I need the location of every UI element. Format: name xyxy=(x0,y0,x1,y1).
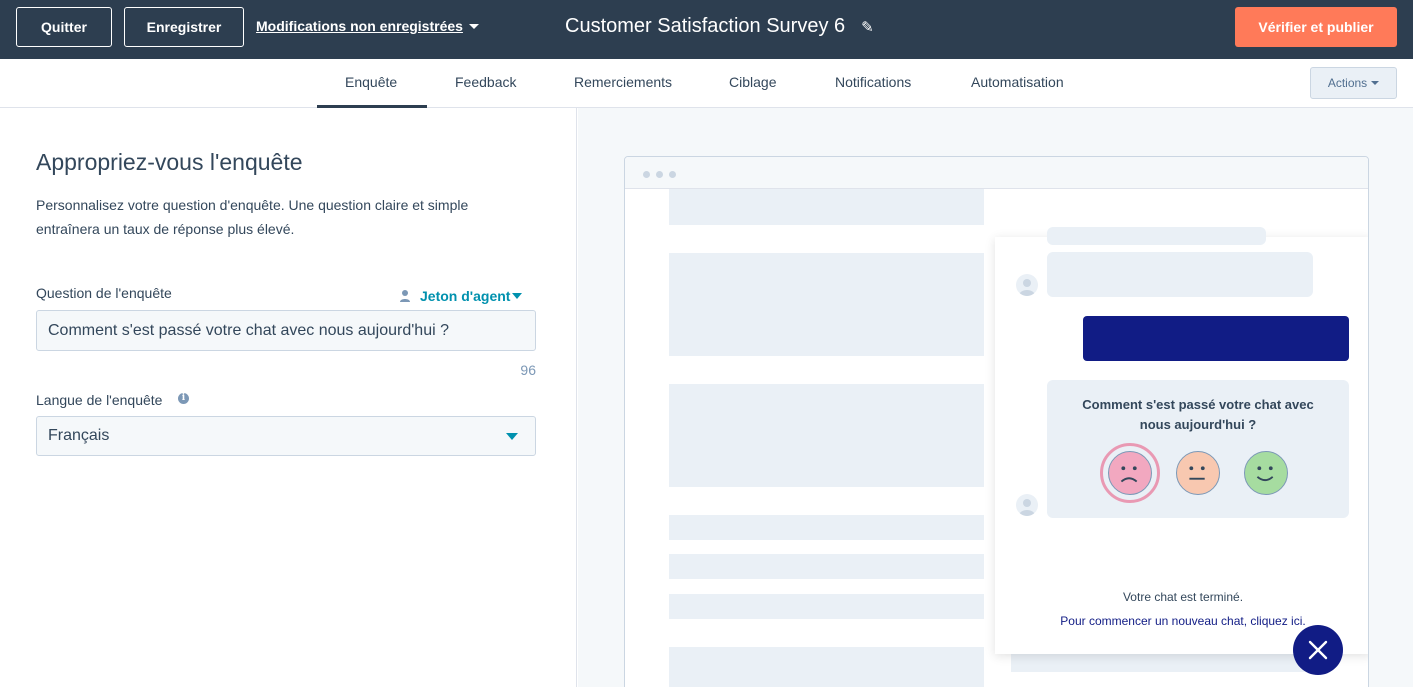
browser-toolbar xyxy=(625,157,1368,189)
tab-notifications[interactable]: Notifications xyxy=(835,74,911,90)
preview-panel: Comment s'est passé votre chat avec nous… xyxy=(578,108,1413,687)
sad-face-icon[interactable] xyxy=(1108,451,1152,495)
language-select[interactable]: Français xyxy=(36,416,536,456)
happy-face-icon[interactable] xyxy=(1244,451,1288,495)
chat-ended-text: Votre chat est terminé. xyxy=(1122,590,1244,604)
save-button[interactable]: Enregistrer xyxy=(124,7,244,47)
window-dot xyxy=(656,171,663,178)
placeholder-block xyxy=(669,647,984,687)
language-value: Français xyxy=(48,427,110,444)
chat-widget: Comment s'est passé votre chat avec nous… xyxy=(995,227,1368,654)
window-dot xyxy=(669,171,676,178)
close-icon xyxy=(1308,640,1328,660)
quit-button[interactable]: Quitter xyxy=(16,7,112,47)
language-label: Langue de l'enquête xyxy=(36,392,163,408)
editor-description: Personnalisez votre question d'enquête. … xyxy=(36,197,469,237)
chevron-down-icon xyxy=(506,433,518,440)
editor-panel: Appropriez-vous l'enquête Personnalisez … xyxy=(0,108,577,687)
pencil-icon[interactable]: ✎ xyxy=(861,18,874,36)
info-icon[interactable]: i xyxy=(178,393,189,404)
agent-token-label: Jeton d'agent xyxy=(420,288,511,304)
tab-thank-you[interactable]: Remerciements xyxy=(574,74,672,90)
chevron-down-icon xyxy=(512,293,523,299)
avatar-icon xyxy=(1016,274,1038,296)
chat-message-bubble xyxy=(1047,252,1313,297)
neutral-face-icon[interactable] xyxy=(1176,451,1220,495)
unsaved-changes-dropdown[interactable]: Modifications non enregistrées xyxy=(256,18,479,34)
placeholder-block xyxy=(669,515,984,540)
placeholder-block xyxy=(669,189,984,225)
placeholder-block xyxy=(669,384,984,487)
tab-automation[interactable]: Automatisation xyxy=(971,74,1064,90)
editor-heading: Appropriez-vous l'enquête xyxy=(36,149,303,175)
top-bar: Quitter Enregistrer Modifications non en… xyxy=(0,0,1413,59)
avatar-icon xyxy=(1016,494,1038,516)
window-dot xyxy=(643,171,650,178)
tab-survey[interactable]: Enquête xyxy=(345,74,397,90)
close-chat-button[interactable] xyxy=(1293,625,1343,675)
tab-feedback[interactable]: Feedback xyxy=(455,74,516,90)
placeholder-block xyxy=(669,253,984,356)
chevron-down-icon xyxy=(1371,81,1380,85)
survey-title: Customer Satisfaction Survey 6 ✎ xyxy=(565,15,874,38)
visitor-message-bubble xyxy=(1083,316,1349,361)
actions-label: Actions xyxy=(1327,76,1368,90)
survey-card-question: Comment s'est passé votre chat avec nous… xyxy=(1082,397,1314,432)
browser-preview: Comment s'est passé votre chat avec nous… xyxy=(624,156,1369,687)
agent-token-dropdown[interactable]: Jeton d'agent xyxy=(398,288,523,304)
tab-targeting[interactable]: Ciblage xyxy=(729,74,776,90)
tab-bar: Enquête Feedback Remerciements Ciblage N… xyxy=(0,59,1413,109)
chevron-down-icon xyxy=(468,23,479,29)
survey-question-input[interactable] xyxy=(36,310,536,351)
review-and-publish-button[interactable]: Vérifier et publier xyxy=(1235,7,1397,47)
survey-card: Comment s'est passé votre chat avec nous… xyxy=(1047,380,1349,518)
survey-title-text: Customer Satisfaction Survey 6 xyxy=(565,15,846,37)
unsaved-changes-label: Modifications non enregistrées xyxy=(256,18,463,34)
question-label: Question de l'enquête xyxy=(36,285,172,301)
character-count: 96 xyxy=(520,362,536,378)
actions-dropdown[interactable]: Actions xyxy=(1310,67,1397,99)
chat-message-bubble xyxy=(1047,227,1266,245)
person-icon xyxy=(400,290,410,302)
placeholder-block xyxy=(669,554,984,579)
placeholder-block xyxy=(669,594,984,619)
